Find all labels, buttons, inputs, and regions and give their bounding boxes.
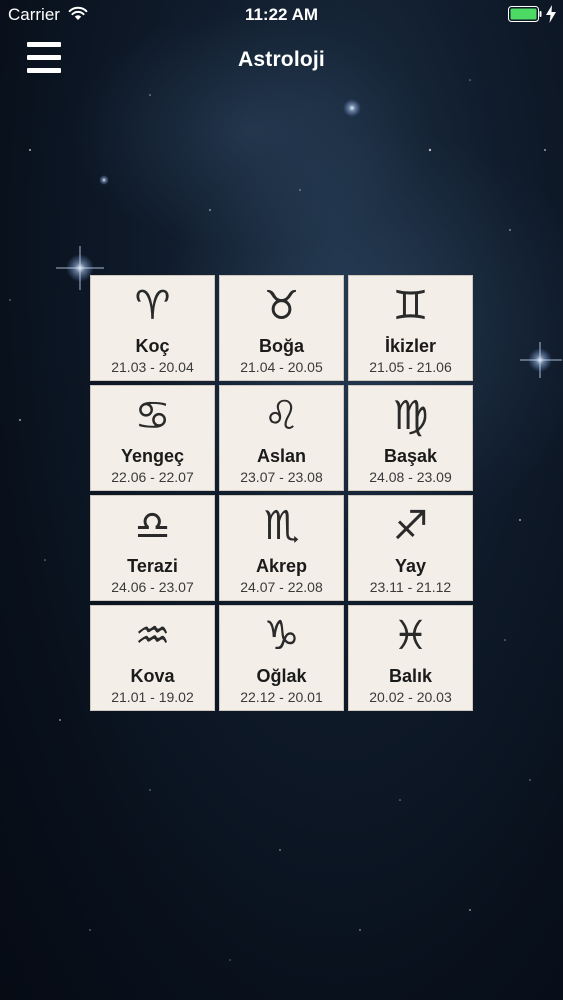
zodiac-card-cancer[interactable]: ♋ Yengeç 22.06 - 22.07	[90, 385, 215, 491]
sign-dates: 21.03 - 20.04	[111, 359, 194, 375]
sign-dates: 20.02 - 20.03	[369, 689, 452, 705]
sign-dates: 21.04 - 20.05	[240, 359, 323, 375]
sign-name: Terazi	[127, 556, 178, 576]
page-title: Astroloji	[238, 48, 325, 71]
aquarius-icon: ♒	[134, 613, 171, 659]
zodiac-card-capricorn[interactable]: ♑ Oğlak 22.12 - 20.01	[219, 605, 344, 711]
sagittarius-icon: ♐	[392, 503, 429, 549]
bright-star	[99, 175, 109, 185]
battery-icon	[508, 6, 542, 22]
zodiac-card-scorpio[interactable]: ♏ Akrep 24.07 - 22.08	[219, 495, 344, 601]
libra-icon: ♎	[134, 503, 171, 549]
sign-dates: 21.01 - 19.02	[111, 689, 194, 705]
charging-bolt-icon	[546, 5, 556, 23]
leo-icon: ♌	[263, 393, 300, 439]
capricorn-icon: ♑	[263, 613, 300, 659]
bright-star	[343, 99, 361, 117]
bright-star	[520, 342, 562, 378]
zodiac-card-taurus[interactable]: ♉ Boğa 21.04 - 20.05	[219, 275, 344, 381]
sign-name: İkizler	[384, 336, 437, 356]
status-time: 11:22 AM	[244, 5, 319, 24]
cancer-icon: ♋	[134, 393, 171, 439]
zodiac-card-virgo[interactable]: ♍ Başak 24.08 - 23.09	[348, 385, 473, 491]
sign-dates: 21.05 - 21.06	[369, 359, 452, 375]
gemini-icon: ♊	[392, 283, 429, 329]
sign-dates: 23.11 - 21.12	[369, 579, 452, 595]
sign-dates: 24.08 - 23.09	[369, 469, 452, 485]
pisces-icon: ♓	[392, 613, 429, 659]
sign-name: Başak	[383, 446, 438, 466]
sign-name: Akrep	[255, 556, 308, 576]
sign-name: Aslan	[256, 446, 307, 466]
aries-icon: ♈	[134, 283, 171, 329]
sign-name: Koç	[135, 336, 170, 356]
zodiac-card-gemini[interactable]: ♊ İkizler 21.05 - 21.06	[348, 275, 473, 381]
sign-dates: 24.07 - 22.08	[240, 579, 323, 595]
sign-name: Balık	[388, 666, 433, 686]
sign-name: Yengeç	[120, 446, 185, 466]
virgo-icon: ♍	[392, 393, 429, 439]
zodiac-grid: ♈ Koç 21.03 - 20.04 ♉ Boğa 21.04 - 20.05…	[90, 275, 476, 715]
sign-dates: 23.07 - 23.08	[240, 469, 323, 485]
sign-dates: 24.06 - 23.07	[111, 579, 194, 595]
status-bar: Carrier 11:22 AM	[0, 0, 563, 30]
zodiac-card-libra[interactable]: ♎ Terazi 24.06 - 23.07	[90, 495, 215, 601]
sign-name: Yay	[394, 556, 427, 576]
zodiac-card-leo[interactable]: ♌ Aslan 23.07 - 23.08	[219, 385, 344, 491]
sign-name: Kova	[130, 666, 175, 686]
menu-bar-line	[27, 42, 61, 47]
scorpio-icon: ♏	[263, 503, 300, 549]
sign-name: Boğa	[259, 336, 304, 356]
sign-dates: 22.12 - 20.01	[240, 689, 323, 705]
sign-dates: 22.06 - 22.07	[111, 469, 194, 485]
zodiac-card-aries[interactable]: ♈ Koç 21.03 - 20.04	[90, 275, 215, 381]
zodiac-card-sagittarius[interactable]: ♐ Yay 23.11 - 21.12	[348, 495, 473, 601]
zodiac-card-pisces[interactable]: ♓ Balık 20.02 - 20.03	[348, 605, 473, 711]
zodiac-card-aquarius[interactable]: ♒ Kova 21.01 - 19.02	[90, 605, 215, 711]
sign-name: Oğlak	[256, 666, 307, 686]
taurus-icon: ♉	[263, 283, 300, 329]
